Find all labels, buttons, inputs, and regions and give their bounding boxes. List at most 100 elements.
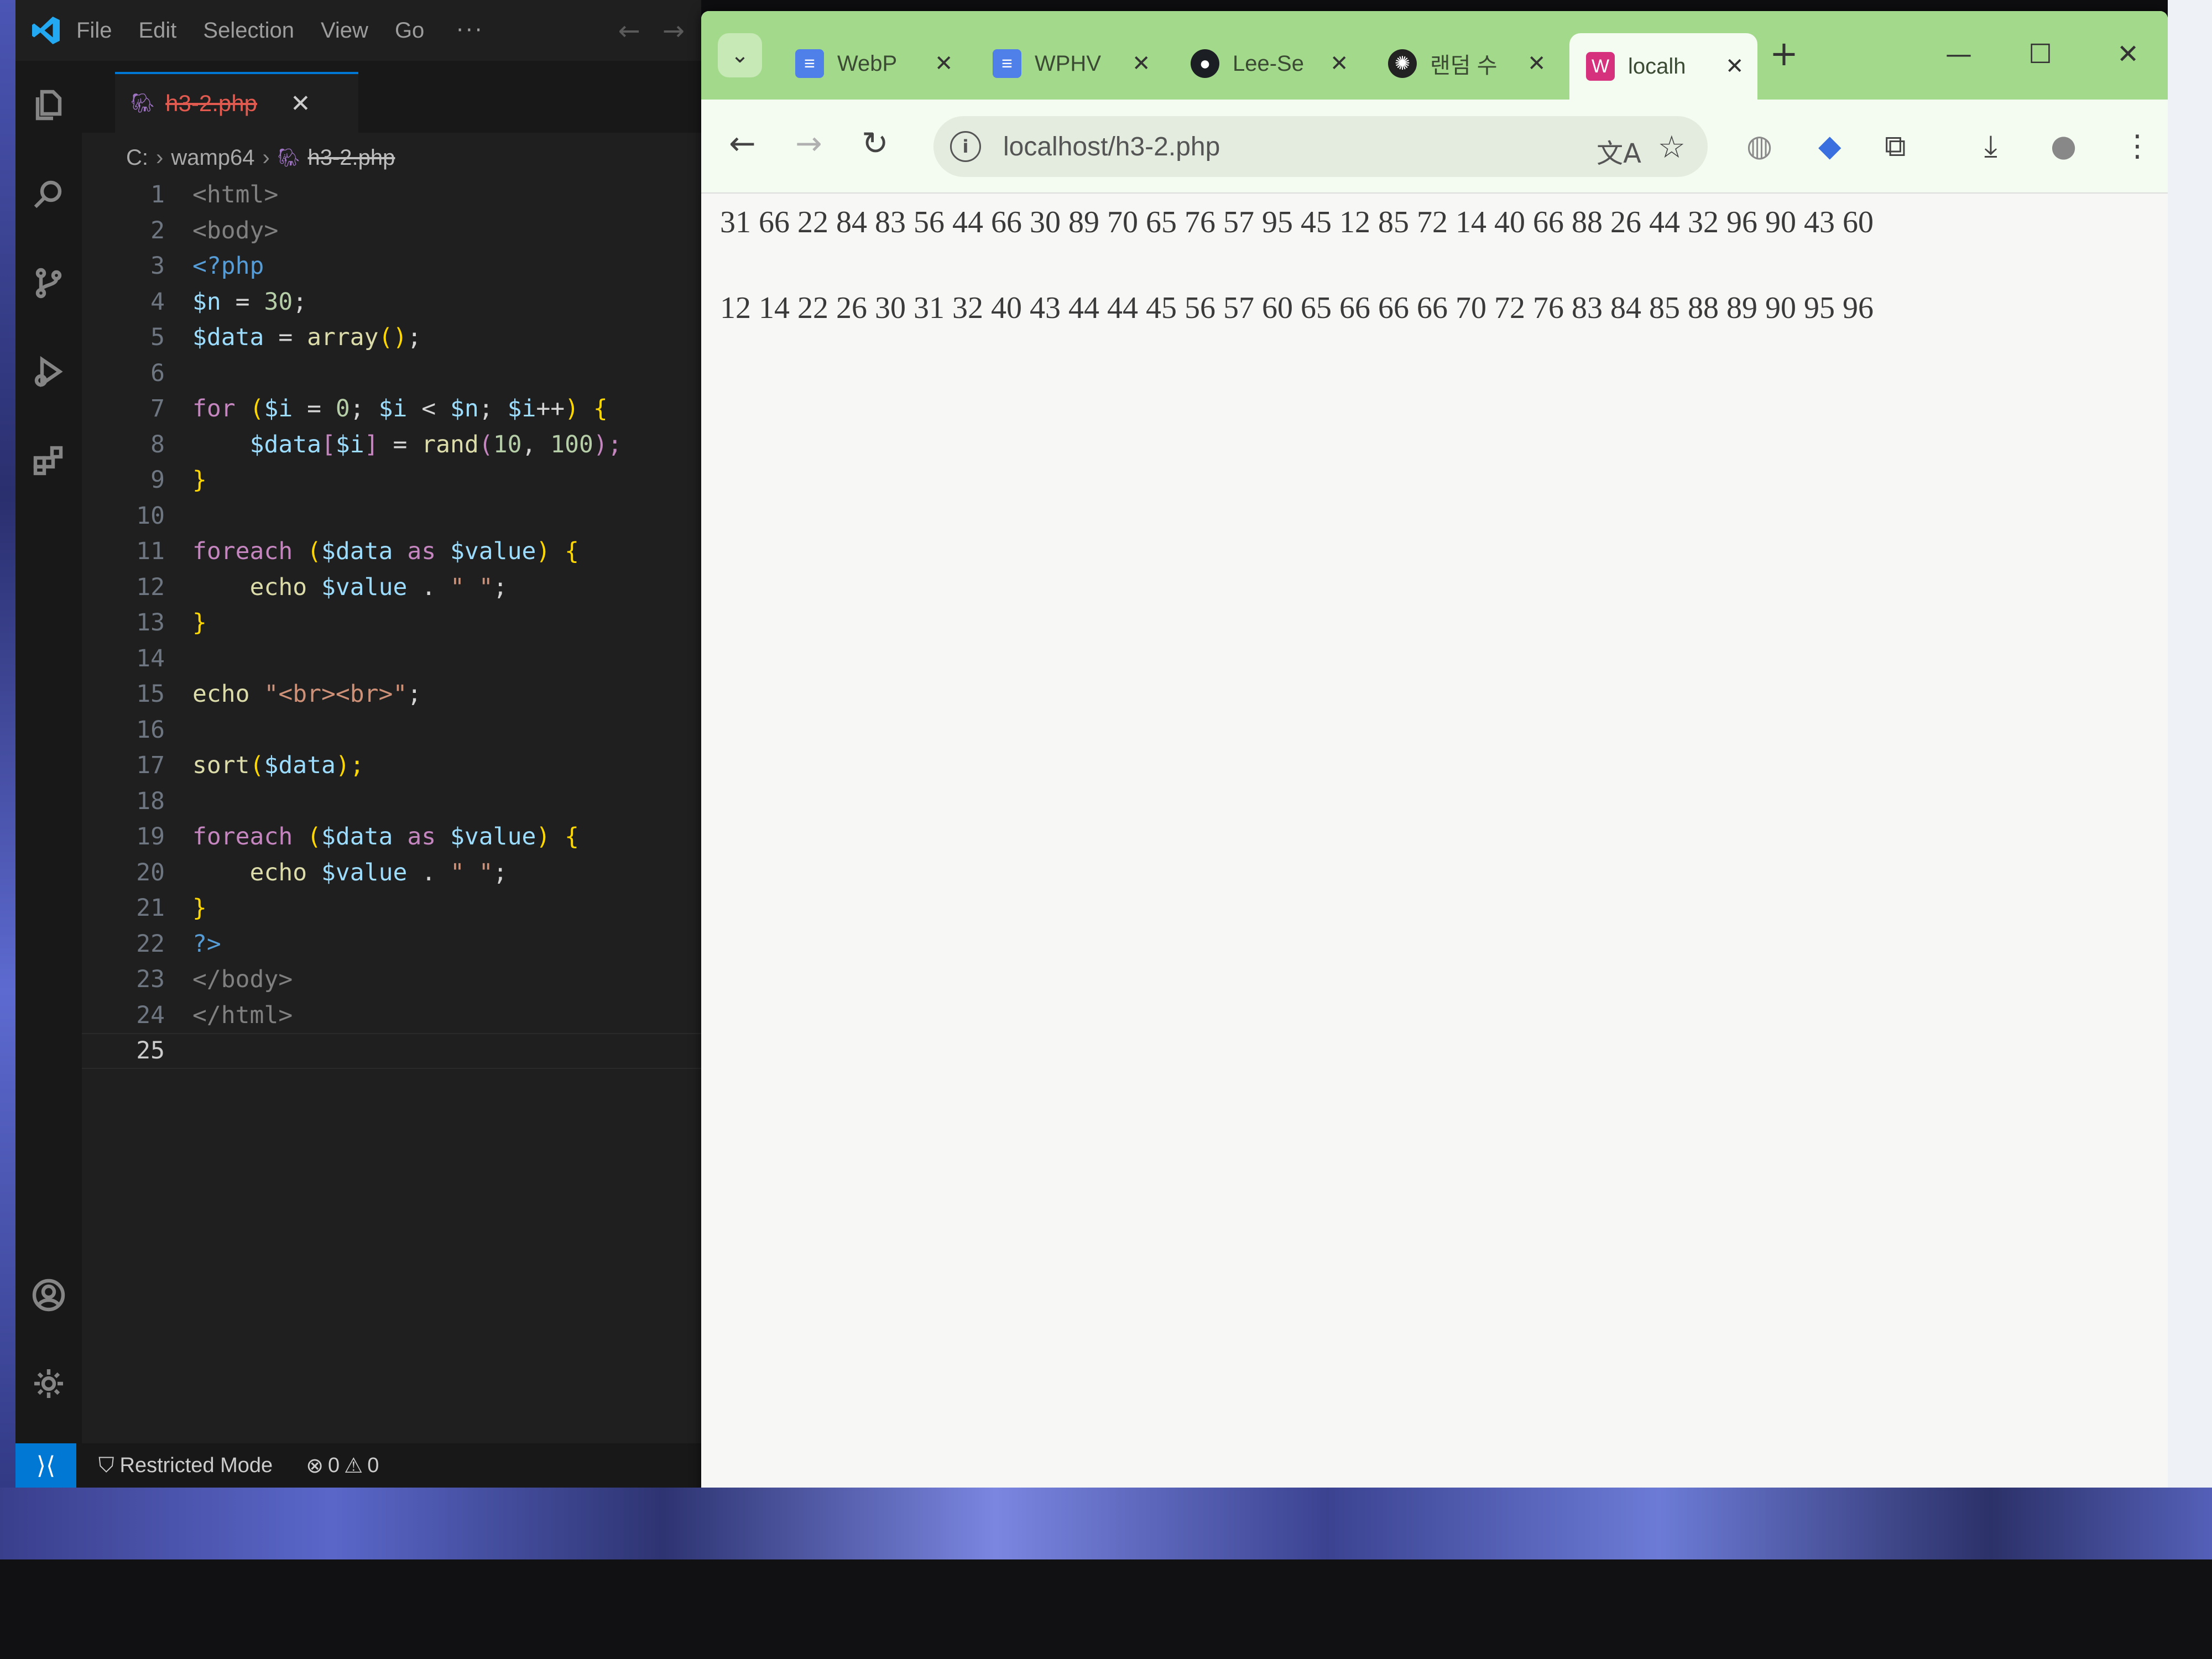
breadcrumb-folder[interactable]: wamp64 — [171, 145, 254, 170]
code-token: ( — [249, 752, 264, 780]
code-token: . — [407, 858, 451, 886]
browser-tab[interactable]: ● Lee-Se ✕ — [1174, 33, 1362, 94]
line-number: 7 — [150, 395, 165, 423]
code-token: ; — [478, 395, 508, 423]
code-token: $i — [378, 395, 408, 423]
warning-count: 0 — [367, 1453, 379, 1477]
line-number: 17 — [136, 752, 165, 780]
code-text: <html> — [192, 181, 279, 209]
more-menu-icon[interactable]: ⋮ — [2122, 128, 2152, 163]
minimize-icon[interactable]: — — [1945, 39, 1972, 70]
breadcrumb-file[interactable]: h3-2.php — [307, 145, 395, 170]
close-icon[interactable]: ✕ — [935, 51, 953, 76]
line-number: 8 — [150, 430, 165, 458]
accounts-icon[interactable] — [31, 1277, 66, 1313]
browser-tab[interactable]: ≡ WebP ✕ — [779, 33, 967, 94]
settings-gear-icon[interactable] — [31, 1366, 66, 1401]
menu-more-icon[interactable]: ··· — [456, 18, 484, 43]
search-icon[interactable] — [31, 177, 66, 212]
code-token: echo — [192, 680, 250, 708]
menu-view[interactable]: View — [321, 18, 368, 43]
tab-search-icon[interactable]: ⌄ — [718, 33, 762, 77]
code-token: 30 — [264, 288, 293, 316]
back-icon[interactable]: ← — [729, 124, 756, 162]
code-token: ) { — [536, 823, 580, 851]
line-number: 14 — [136, 644, 165, 672]
code-token: 0 — [335, 395, 350, 423]
code-token: </html> — [192, 1001, 293, 1029]
code-token: ) { — [536, 538, 580, 566]
remote-indicator-icon[interactable]: ⟩⟨ — [15, 1443, 76, 1488]
code-line: 16 — [82, 712, 701, 748]
close-icon[interactable]: ✕ — [1132, 51, 1151, 76]
code-token: $data — [264, 752, 336, 780]
chatgpt-icon: ✺ — [1388, 49, 1417, 78]
menu-go[interactable]: Go — [395, 18, 424, 43]
line-number: 21 — [136, 894, 165, 922]
site-info-icon[interactable]: i — [950, 131, 981, 162]
browser-tab[interactable]: ✺ 랜덤 수 ✕ — [1371, 33, 1559, 94]
code-token: ; — [349, 395, 379, 423]
code-token: ( — [293, 538, 321, 566]
maximize-icon[interactable]: ☐ — [2028, 39, 2052, 70]
code-token: = — [264, 324, 307, 352]
back-arrow-icon[interactable]: ← — [618, 15, 640, 46]
source-control-icon[interactable] — [31, 265, 66, 301]
address-bar[interactable]: i localhost/h3-2.php 文A ☆ — [933, 116, 1708, 177]
chevron-right-icon: › — [156, 145, 164, 170]
code-token: $data — [321, 823, 393, 851]
profile-avatar[interactable]: ● — [2051, 128, 2077, 163]
code-line: 4 $n = 30; — [82, 284, 701, 320]
extensions-icon[interactable] — [31, 442, 66, 478]
close-icon[interactable]: ✕ — [1725, 54, 1744, 79]
download-icon[interactable]: ⤓ — [1984, 128, 1997, 164]
forward-icon[interactable]: → — [795, 124, 822, 162]
breadcrumb-drive[interactable]: C: — [126, 145, 148, 170]
code-token: $value — [321, 858, 408, 886]
extensions-puzzle-icon[interactable]: ⧉ — [1885, 128, 1906, 164]
reload-icon[interactable]: ↻ — [862, 124, 889, 162]
editor-tab-h3-2[interactable]: 🐘︎ h3-2.php ✕ — [115, 72, 358, 133]
line-number: 23 — [136, 966, 165, 994]
close-icon[interactable]: ✕ — [290, 90, 311, 118]
line-number: 25 — [136, 1037, 165, 1065]
code-line: 24 </html> — [82, 998, 701, 1034]
forward-arrow-icon[interactable]: → — [662, 15, 685, 46]
menu-selection[interactable]: Selection — [203, 18, 294, 43]
code-token: $data — [321, 538, 393, 566]
close-icon[interactable]: ✕ — [1330, 51, 1349, 76]
address-bar-url[interactable]: localhost/h3-2.php — [1003, 132, 1220, 162]
globe-extension-icon[interactable]: ◍ — [1746, 128, 1772, 163]
restricted-mode-indicator[interactable]: ⛉ Restricted Mode — [98, 1454, 273, 1478]
menu-file[interactable]: File — [76, 18, 112, 43]
code-token: ( — [478, 430, 493, 458]
code-text: <body> — [192, 216, 279, 244]
extension-badge-icon[interactable]: ◆ — [1818, 128, 1841, 163]
monitor-bezel — [0, 1559, 2212, 1659]
new-tab-icon[interactable]: + — [1770, 33, 1798, 74]
php-file-icon: 🐘︎ — [131, 92, 155, 114]
run-debug-icon[interactable] — [31, 354, 66, 389]
code-line: 6 — [82, 356, 701, 392]
problems-indicator[interactable]: ⊗ 0 ⚠ 0 — [306, 1453, 383, 1478]
code-line: 1 <html> — [82, 177, 701, 213]
code-token: 10 — [493, 430, 522, 458]
close-window-icon[interactable]: ✕ — [2117, 39, 2139, 70]
translate-icon[interactable]: 文A — [1597, 132, 1641, 170]
code-line: 20 echo $value . " "; — [82, 855, 701, 891]
bookmark-star-icon[interactable]: ☆ — [1658, 129, 1686, 165]
code-token: ; — [293, 288, 307, 316]
explorer-icon[interactable] — [31, 87, 66, 123]
code-token: ++ — [536, 395, 565, 423]
code-editor[interactable]: 1 <html> 2 <body> 3 <?php 4 $n = 30; 5 $data … — [82, 177, 701, 1069]
menu-edit[interactable]: Edit — [138, 18, 176, 43]
close-icon[interactable]: ✕ — [1527, 51, 1546, 76]
code-line: 14 — [82, 641, 701, 677]
code-line-current: 25 — [82, 1033, 701, 1069]
line-number: 12 — [136, 573, 165, 601]
code-token: $n — [192, 288, 221, 316]
code-token: ] — [364, 430, 379, 458]
browser-tab-active[interactable]: W localh ✕ — [1569, 33, 1757, 100]
browser-tab[interactable]: ≡ WPHV ✕ — [976, 33, 1164, 94]
activity-bar — [15, 61, 82, 1465]
